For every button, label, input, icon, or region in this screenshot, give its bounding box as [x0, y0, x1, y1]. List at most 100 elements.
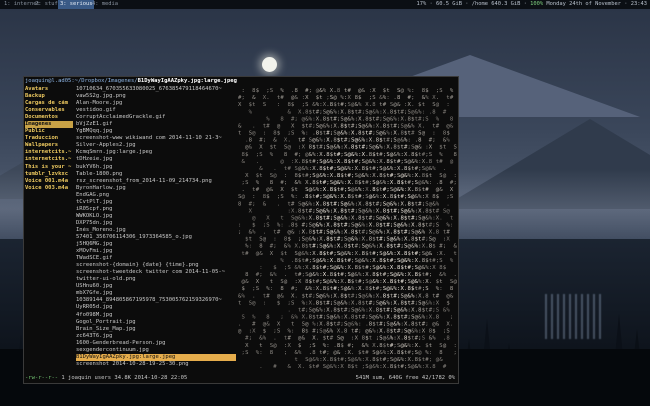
file-item[interactable]: 10710634_670355633080025_676385479118464…	[76, 86, 236, 93]
file-item[interactable]: USHnu60.jpg	[76, 283, 236, 290]
ascii-glyph: #	[273, 364, 277, 369]
ascii-glyph: &	[242, 159, 246, 165]
file-item[interactable]: tCvtPlT.jpg	[76, 199, 236, 206]
directory-item[interactable]: This is your ~	[25, 164, 73, 171]
current-file: B1DyWayIgAAZpky.jpg:large.jpeg	[137, 78, 237, 84]
file-item[interactable]: screenshot-www wikiwand com 2014-11-10 2…	[76, 135, 236, 142]
ascii-glyph: $	[242, 286, 246, 292]
ascii-glyph: S	[280, 194, 283, 200]
file-item[interactable]: YgBMQqq.jpg	[76, 128, 236, 135]
ascii-glyph: ;	[295, 286, 298, 292]
directory-item[interactable]: Public	[25, 128, 73, 135]
file-item[interactable]: twitter-ui-old.png	[76, 276, 236, 283]
ascii-glyph: X	[432, 265, 436, 271]
ascii-glyph: $	[305, 329, 309, 335]
directory-item[interactable]: Backup	[25, 93, 73, 100]
ascii-glyph: .	[411, 102, 414, 108]
ascii-glyph: t	[291, 322, 294, 328]
file-item[interactable]: 1600-Genderbread-Person.jpg	[76, 340, 236, 347]
file-item[interactable]: WWKOKLO.jpg	[76, 213, 236, 220]
file-item[interactable]: B1DyWayIgAAZpky.jpg:large.jpeg	[76, 353, 236, 361]
ascii-glyph: %	[252, 230, 256, 236]
ascii-glyph: X	[291, 124, 295, 130]
file-item[interactable]: screenshot-{domain} {date} {time}.png	[76, 262, 236, 269]
file-item[interactable]: DXP75dn.jpg	[76, 220, 236, 227]
directory-item[interactable]: Wallpapers	[25, 142, 73, 149]
file-list-column[interactable]: 10710634_670355633080025_676385479118464…	[76, 86, 236, 366]
file-item[interactable]: 4fo098M.jpg	[76, 312, 236, 319]
directory-item[interactable]: Voice 003.m4a	[25, 185, 73, 192]
ascii-glyph: #	[411, 131, 415, 137]
ascii-glyph: @	[418, 350, 422, 356]
file-item[interactable]: UyRR05d.jpg	[76, 304, 236, 311]
ascii-glyph: $	[295, 223, 299, 229]
file-item[interactable]: rsz_screenshot_from_2014-11-09_214734.pn…	[76, 178, 236, 185]
ascii-glyph: $	[288, 237, 292, 243]
ascii-glyph: $	[277, 131, 281, 137]
ascii-glyph: #	[266, 124, 270, 130]
ascii-glyph: .	[266, 95, 269, 101]
file-item[interactable]: vaw5S2g.jpg.png	[76, 93, 236, 100]
file-item[interactable]: Table-1800.png	[76, 171, 236, 178]
directory-item[interactable]: Avatars	[25, 86, 73, 93]
file-item[interactable]: TWadSCE.gif	[76, 255, 236, 262]
file-item[interactable]: zc643T6.jpg	[76, 333, 236, 340]
ascii-glyph: t	[439, 279, 442, 285]
directory-item[interactable]: Cargas de cám	[25, 100, 73, 107]
ascii-glyph: %	[425, 95, 429, 101]
file-item[interactable]: iR05cpf.png	[76, 206, 236, 213]
directory-item[interactable]: internetcits.~	[25, 149, 73, 156]
ascii-glyph: @	[436, 102, 440, 108]
directory-item[interactable]: Conservables	[25, 107, 73, 114]
file-item[interactable]: EndGAG.png	[76, 192, 236, 199]
file-item[interactable]: screenshot_2014-10-28-19-25-30.png	[76, 361, 236, 366]
file-item[interactable]: CorruptAcclaimedGrackle.gif	[76, 114, 236, 121]
ascii-glyph: X	[245, 343, 249, 349]
directory-item[interactable]: internetcits.~	[25, 156, 73, 163]
file-item[interactable]: tDHzeie.jpg	[76, 156, 236, 163]
directory-item[interactable]: Documentos	[25, 114, 73, 121]
file-item[interactable]: ByronHarlow.jpg	[76, 185, 236, 192]
ascii-glyph: %	[330, 329, 334, 335]
workspace-tab-3[interactable]: 3: serious	[58, 0, 95, 9]
file-item[interactable]: Brain_Size_Map.jpg	[76, 326, 236, 333]
ascii-glyph: %	[446, 307, 450, 313]
file-item[interactable]: sexgendercontinuum.jpg	[76, 347, 236, 354]
parent-directory-column[interactable]: Avatars Backup Cargas de cám Conservables Do…	[25, 86, 73, 366]
file-item[interactable]: bukYV6h.jpg	[76, 164, 236, 171]
ascii-glyph: t	[280, 215, 283, 221]
ascii-glyph: @	[443, 343, 447, 349]
ascii-glyph: %	[432, 166, 436, 172]
ascii-glyph: .	[252, 293, 255, 299]
ranger-terminal-window[interactable]: joaquin@l.ad05:~/Dropbox/Imagenes/B1DyWa…	[23, 76, 459, 384]
file-item[interactable]: mbX7Gfe.jpg	[76, 290, 236, 297]
file-item[interactable]: 57401_356706114306_1973364585_o.jpg	[76, 234, 236, 241]
file-item[interactable]: Inés_Moreno.jpg	[76, 227, 236, 234]
ascii-glyph: &	[439, 187, 443, 193]
ascii-glyph: &	[245, 279, 249, 285]
ascii-glyph: S	[446, 329, 449, 335]
file-item[interactable]: Alan-Moore.jpg	[76, 100, 236, 107]
ascii-glyph: #	[266, 293, 270, 299]
file-item[interactable]: j5HQ6MG.jpg	[76, 241, 236, 248]
ascii-glyph: ;	[295, 116, 298, 122]
ascii-glyph: S	[259, 152, 262, 158]
file-item[interactable]: screenshot-tweetdeck twitter com 2014-11…	[76, 269, 236, 276]
file-item[interactable]: Gogol_Portrait.jpg	[76, 319, 236, 326]
file-item[interactable]: Silver-Apples2.jpg	[76, 142, 236, 149]
file-item[interactable]: vestidoo.gif	[76, 107, 236, 114]
ascii-glyph: &	[302, 336, 306, 342]
directory-item[interactable]: Imagenes	[25, 121, 73, 129]
workspace-tab-4[interactable]: 4: media	[90, 0, 120, 9]
ascii-glyph: %	[436, 116, 440, 122]
ascii-glyph: t	[249, 237, 252, 243]
ascii-glyph: &	[288, 364, 292, 369]
file-item[interactable]: 10389144_894805867195978_753005762159326…	[76, 297, 236, 304]
ascii-glyph: %	[273, 272, 277, 278]
directory-item[interactable]: tumblr_lzvkxc	[25, 171, 73, 178]
directory-item[interactable]: Voice 001.m4a	[25, 178, 73, 185]
directory-item[interactable]: Traduccion	[25, 135, 73, 142]
file-item[interactable]: bVjZzE1.gif	[76, 121, 236, 128]
file-item[interactable]: KcmqSmrn.jpg:large.jpeg	[76, 149, 236, 156]
file-item[interactable]: xMOvFmi.jpg	[76, 248, 236, 255]
